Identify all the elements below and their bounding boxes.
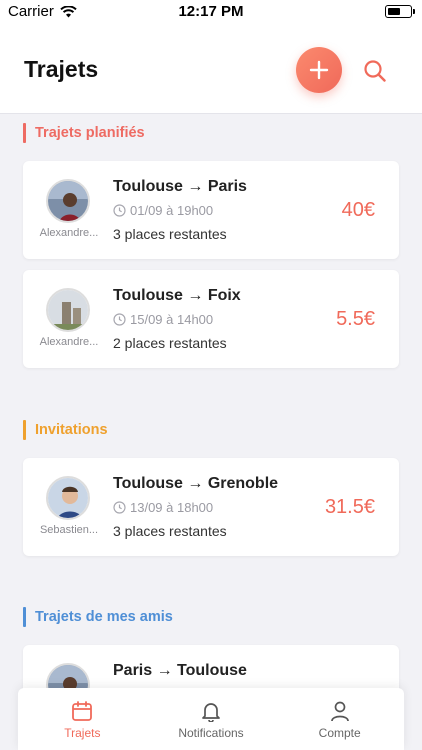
header: Trajets: [0, 24, 422, 114]
trip-route: Paris → Toulouse: [113, 662, 247, 679]
trip-route: Toulouse → Foix: [113, 287, 241, 304]
trip-route: Toulouse → Grenoble: [113, 475, 279, 492]
page-title: Trajets: [24, 56, 99, 82]
trip-places: 3 places restantes: [113, 226, 227, 242]
avatar: [46, 476, 90, 520]
trip-date-text: 13/09 à 18h00: [130, 500, 214, 515]
driver-name: Sebastien...: [39, 524, 99, 536]
trip-card[interactable]: Alexandre... Toulouse → Paris 01/09 à 19…: [23, 161, 399, 259]
battery-icon: [385, 5, 415, 18]
add-trip-button[interactable]: [296, 47, 342, 93]
trip-price: 40€: [341, 199, 375, 221]
trip-card[interactable]: Alexandre... Toulouse → Foix 15/09 à 14h…: [23, 270, 399, 368]
tab-compte[interactable]: Compte: [275, 688, 404, 750]
trip-date: 01/09 à 19h00: [113, 203, 213, 218]
section-title-friends: Trajets de mes amis: [23, 607, 173, 627]
trip-price: 5.5€: [336, 308, 375, 330]
avatar: [46, 179, 90, 223]
status-time: 12:17 PM: [178, 3, 244, 20]
trip-date: 15/09 à 14h00: [113, 312, 213, 327]
tab-bar: Trajets Notifications Compte: [18, 688, 404, 750]
tab-trajets[interactable]: Trajets: [18, 688, 147, 750]
user-icon: [330, 701, 349, 722]
trip-card[interactable]: Sebastien... Toulouse → Grenoble 13/09 à…: [23, 458, 399, 556]
tab-notifications[interactable]: Notifications: [147, 688, 276, 750]
trip-places: 3 places restantes: [113, 523, 227, 539]
clock-icon: [113, 313, 126, 326]
trip-date: 13/09 à 18h00: [113, 500, 213, 515]
tab-label: Notifications: [178, 726, 244, 740]
tab-label: Compte: [318, 726, 361, 740]
clock-icon: [113, 501, 126, 514]
calendar-icon: [72, 701, 93, 721]
plus-icon: [309, 60, 329, 80]
trip-places: 2 places restantes: [113, 335, 227, 351]
avatar: [46, 288, 90, 332]
driver-name: Alexandre...: [39, 336, 99, 348]
search-icon: [364, 60, 386, 82]
trip-price: 31.5€: [324, 496, 375, 518]
search-button[interactable]: [360, 56, 390, 86]
tab-label: Trajets: [64, 726, 101, 740]
section-title-invitations: Invitations: [23, 420, 108, 440]
status-bar: Carrier 12:17 PM: [0, 0, 422, 24]
trips-list[interactable]: Trajets planifiés Alexandre... Toulouse …: [0, 114, 422, 750]
trip-date-text: 15/09 à 14h00: [130, 312, 214, 327]
trip-date-text: 01/09 à 19h00: [130, 203, 214, 218]
trip-route: Toulouse → Paris: [113, 178, 247, 195]
section-title-planned: Trajets planifiés: [23, 123, 145, 143]
bell-icon: [202, 703, 220, 722]
driver-name: Alexandre...: [39, 227, 99, 239]
clock-icon: [113, 204, 126, 217]
